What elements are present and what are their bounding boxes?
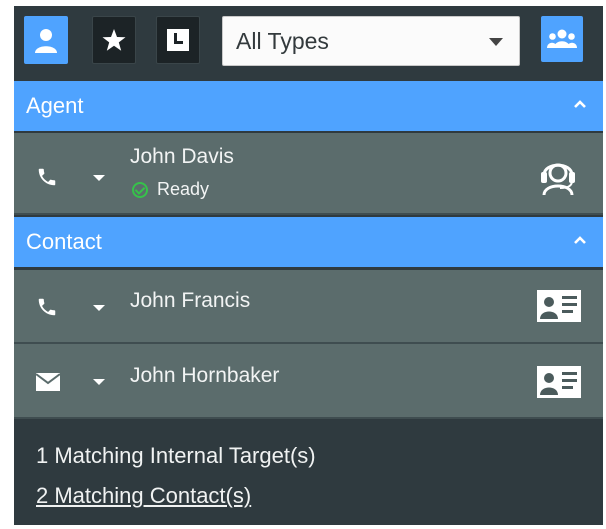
contact-section-header[interactable]: Contact	[14, 217, 603, 267]
person-icon	[35, 29, 57, 53]
envelope-icon[interactable]	[36, 373, 60, 391]
channel-menu-caret-icon[interactable]	[93, 175, 105, 181]
type-filter-select[interactable]: All Types	[222, 16, 520, 66]
contact-row[interactable]: John Hornbaker	[14, 344, 603, 419]
group-icon	[547, 29, 577, 48]
contact-row[interactable]: John Francis	[14, 270, 603, 344]
clock-icon	[167, 29, 189, 51]
type-filter-value: All Types	[236, 28, 329, 54]
internal-targets-count: 1 Matching Internal Target(s)	[36, 443, 316, 468]
ready-status-icon	[132, 181, 148, 198]
contact-card-icon	[537, 290, 581, 322]
contact-name: John Francis	[130, 289, 251, 312]
star-icon	[102, 29, 126, 51]
favorites-button[interactable]	[92, 16, 136, 64]
channel-menu-caret-icon[interactable]	[93, 305, 105, 311]
contact-name: John Hornbaker	[130, 364, 280, 387]
phone-icon[interactable]	[36, 296, 58, 318]
agent-status-label: Ready	[157, 179, 210, 199]
channel-menu-caret-icon[interactable]	[93, 379, 105, 385]
agent-row[interactable]: John Davis Ready	[14, 133, 603, 215]
agent-section-title: Agent	[26, 93, 84, 118]
chevron-down-icon	[489, 38, 503, 46]
phone-icon[interactable]	[36, 166, 58, 188]
agent-section-header[interactable]: Agent	[14, 81, 603, 131]
teams-button[interactable]	[541, 16, 583, 62]
results-footer: 1 Matching Internal Target(s) 2 Matching…	[14, 419, 603, 525]
chevron-up-icon	[574, 236, 586, 244]
matching-contacts-link[interactable]: 2 Matching Contact(s)	[36, 483, 251, 509]
all-filter-button[interactable]	[24, 16, 68, 64]
recent-button[interactable]	[156, 16, 200, 64]
agent-name: John Davis	[130, 145, 234, 168]
toolbar: All Types	[14, 6, 603, 78]
team-communicator-panel: All Types Agent John Davis Ready Contact…	[14, 6, 603, 525]
agent-status: Ready	[132, 179, 209, 200]
contact-section-title: Contact	[26, 229, 102, 254]
headset-agent-icon	[541, 163, 575, 196]
chevron-up-icon	[574, 100, 586, 108]
contact-card-icon	[537, 366, 581, 398]
